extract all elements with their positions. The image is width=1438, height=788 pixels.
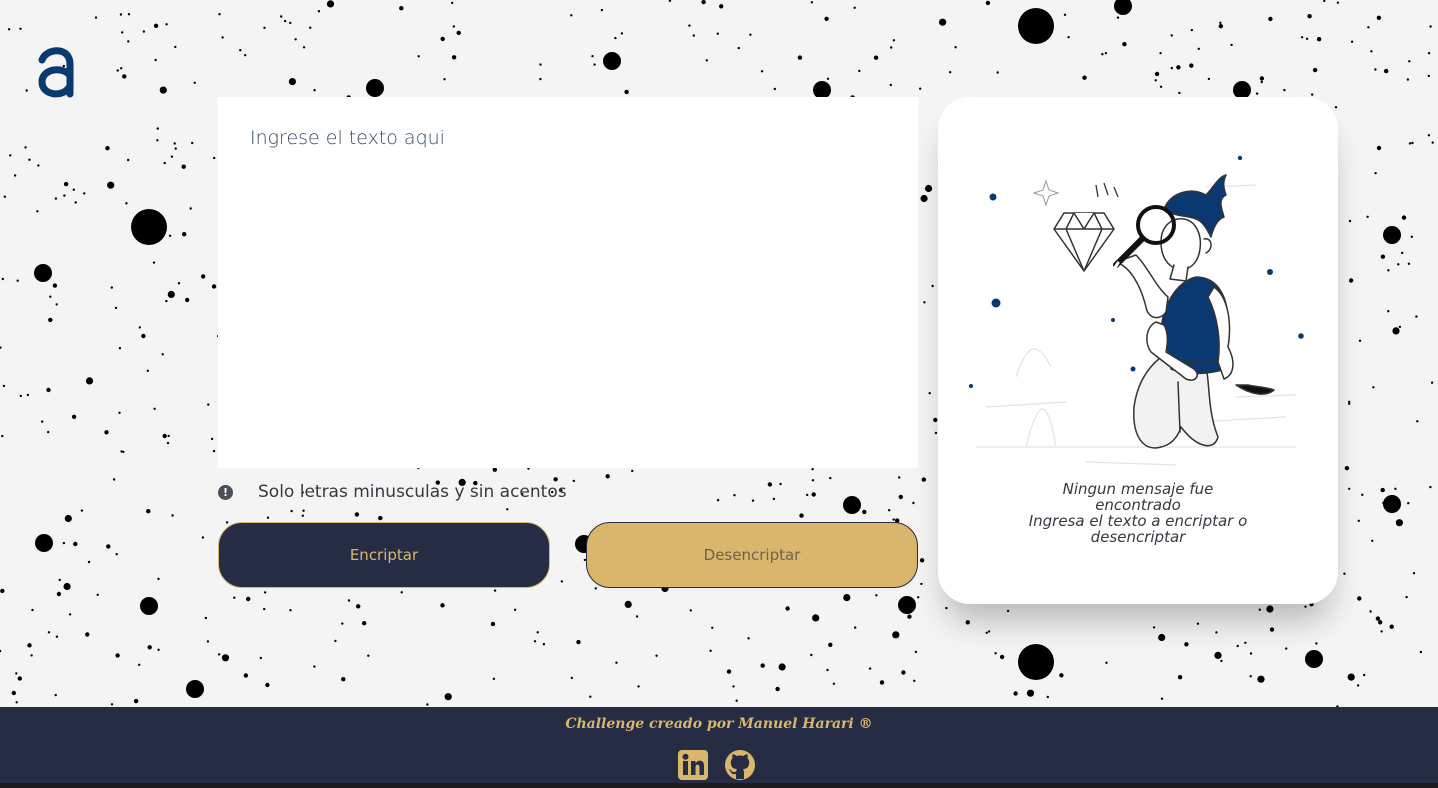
- message-textarea[interactable]: [218, 97, 918, 468]
- encrypt-button[interactable]: Encriptar: [218, 522, 550, 588]
- decrypt-button[interactable]: Desencriptar: [586, 522, 918, 588]
- input-hint: ! Solo letras minusculas y sin acentos: [218, 482, 567, 502]
- result-message: Ningun mensaje fue encontrado Ingresa el…: [938, 481, 1338, 545]
- text-input-panel: [218, 97, 918, 468]
- github-icon[interactable]: [724, 749, 756, 781]
- linkedin-icon[interactable]: [677, 749, 709, 781]
- result-panel: Ningun mensaje fue encontrado Ingresa el…: [938, 97, 1338, 604]
- exclamation-circle-icon: !: [218, 484, 233, 500]
- footer-credit: Challenge creado por Manuel Harari ®: [565, 716, 873, 732]
- result-subtitle: Ingresa el texto a encriptar o desencrip…: [1028, 512, 1248, 546]
- person-with-magnifying-glass-illustration: [969, 155, 1304, 466]
- footer-bottom-line: [0, 783, 1438, 788]
- alura-logo-icon[interactable]: [36, 44, 76, 98]
- result-title: Ningun mensaje fue encontrado: [1062, 480, 1214, 514]
- hint-text: Solo letras minusculas y sin acentos: [258, 482, 567, 502]
- footer: Challenge creado por Manuel Harari ®: [0, 707, 1438, 788]
